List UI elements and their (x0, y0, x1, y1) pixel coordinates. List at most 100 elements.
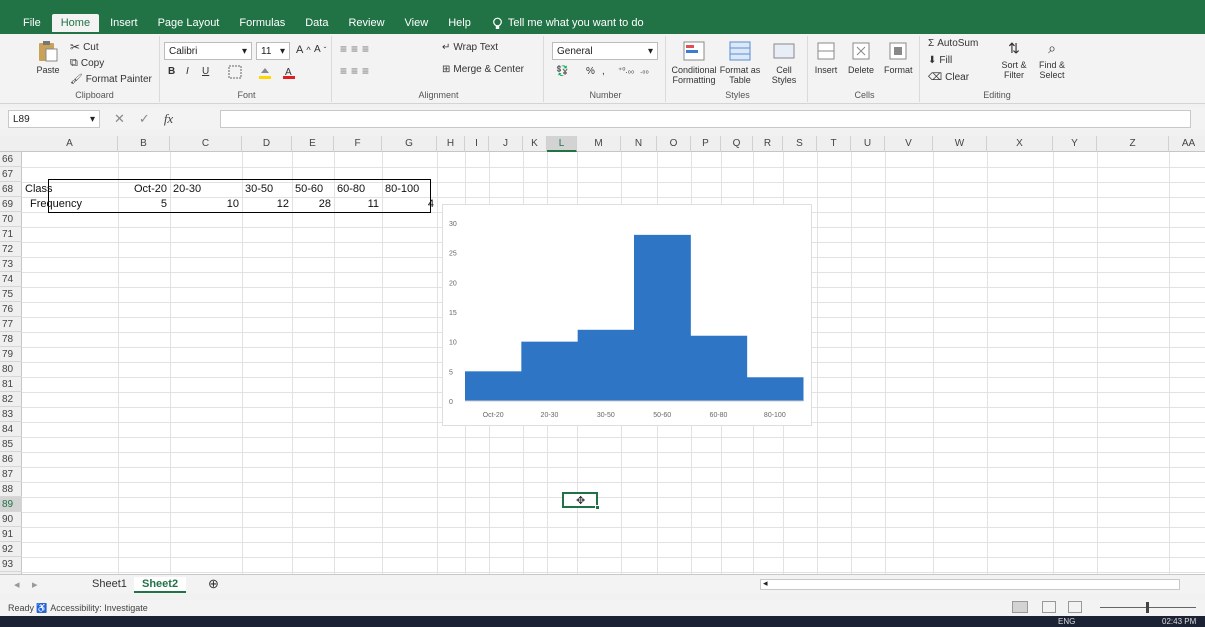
page-layout-view-icon[interactable] (1042, 601, 1056, 613)
worksheet-grid[interactable]: A B C D E F G H I J K L M N O P Q R S T U V W X Y Z AA 66 67 68 69 70 7… (0, 136, 1205, 574)
format-cells-button[interactable]: Format (884, 40, 913, 75)
tell-me-box[interactable]: Tell me what you want to do (492, 17, 644, 30)
cell-frequency-value[interactable]: 4 (382, 196, 437, 211)
fill-handle[interactable] (595, 505, 600, 510)
horizontal-align-buttons[interactable]: ≡≡≡ (340, 64, 373, 78)
column-header-v[interactable]: V (885, 136, 933, 152)
column-header-n[interactable]: N (621, 136, 657, 152)
cell-frequency-value[interactable]: 28 (292, 196, 334, 211)
cell-class-value[interactable]: 50-60 (292, 181, 334, 196)
row-header-89[interactable]: 89 (0, 497, 22, 512)
fill-color-button[interactable] (258, 65, 272, 79)
row-header-70[interactable]: 70 (0, 212, 22, 227)
row-header-68[interactable]: 68 (0, 182, 22, 197)
row-header-88[interactable]: 88 (0, 482, 22, 497)
format-painter-button[interactable]: 🖌 Format Painter (70, 74, 152, 85)
clock[interactable]: 02:43 PM (1162, 616, 1196, 627)
paste-button[interactable]: Paste (36, 40, 60, 75)
row-header-76[interactable]: 76 (0, 302, 22, 317)
font-name-select[interactable]: Calibri ▾ (164, 42, 252, 60)
row-header-78[interactable]: 78 (0, 332, 22, 347)
comma-button[interactable]: , (602, 66, 605, 77)
cell-class-value[interactable]: 30-50 (242, 181, 292, 196)
grow-font-button[interactable]: A ^ (296, 44, 311, 56)
cell-frequency-label[interactable]: Frequency (22, 196, 118, 211)
conditional-formatting-button[interactable]: Conditional Formatting (671, 40, 717, 85)
cell-frequency-value[interactable]: 12 (242, 196, 292, 211)
cell-frequency-value[interactable]: 11 (334, 196, 382, 211)
row-header-66[interactable]: 66 (0, 152, 22, 167)
cell-class-value[interactable]: 20-30 (170, 181, 242, 196)
underline-button[interactable]: U (202, 66, 209, 77)
cell-styles-button[interactable]: Cell Styles (764, 40, 804, 85)
column-header-t[interactable]: T (817, 136, 851, 152)
row-header-67[interactable]: 67 (0, 167, 22, 182)
row-header-73[interactable]: 73 (0, 257, 22, 272)
tab-view[interactable]: View (396, 14, 438, 32)
column-header-x[interactable]: X (987, 136, 1053, 152)
column-header-k[interactable]: K (523, 136, 547, 152)
column-header-w[interactable]: W (933, 136, 987, 152)
column-header-g[interactable]: G (382, 136, 437, 152)
column-header-y[interactable]: Y (1053, 136, 1097, 152)
column-header-b[interactable]: B (118, 136, 170, 152)
cell-class-label[interactable]: Class (22, 181, 118, 196)
autosum-button[interactable]: Σ AutoSum (928, 38, 978, 49)
clear-button[interactable]: ⌫ Clear (928, 72, 969, 83)
column-header-aa[interactable]: AA (1169, 136, 1205, 152)
row-header-84[interactable]: 84 (0, 422, 22, 437)
fill-button[interactable]: ⬇ Fill (928, 55, 952, 66)
row-header-92[interactable]: 92 (0, 542, 22, 557)
zoom-slider[interactable] (1100, 602, 1196, 613)
language-indicator[interactable]: ENG (1058, 616, 1075, 627)
column-header-u[interactable]: U (851, 136, 885, 152)
accessibility-status[interactable]: ♿ Accessibility: Investigate (36, 603, 148, 614)
cell-class-value[interactable]: Oct-20 (118, 181, 170, 196)
insert-cells-button[interactable]: Insert (814, 40, 838, 75)
row-header-80[interactable]: 80 (0, 362, 22, 377)
scroll-left-icon[interactable]: ◂ (763, 578, 768, 589)
column-header-m[interactable]: M (577, 136, 621, 152)
cell-frequency-value[interactable]: 10 (170, 196, 242, 211)
row-header-86[interactable]: 86 (0, 452, 22, 467)
tab-review[interactable]: Review (339, 14, 393, 32)
fx-button[interactable]: fx (164, 111, 173, 127)
row-header-69[interactable]: 69 (0, 197, 22, 212)
cell-class-value[interactable]: 80-100 (382, 181, 437, 196)
tab-file[interactable]: File (14, 14, 50, 32)
cell-frequency-value[interactable]: 5 (118, 196, 170, 211)
row-header-90[interactable]: 90 (0, 512, 22, 527)
column-header-e[interactable]: E (292, 136, 334, 152)
check-icon[interactable]: ✓ (139, 111, 150, 127)
row-header-93[interactable]: 93 (0, 557, 22, 572)
shrink-font-button[interactable]: Aˇ (314, 44, 326, 55)
new-sheet-icon[interactable]: ⊕ (200, 575, 227, 593)
row-header-75[interactable]: 75 (0, 287, 22, 302)
column-header-q[interactable]: Q (721, 136, 753, 152)
cancel-icon[interactable]: ✕ (114, 111, 125, 127)
active-cell[interactable]: ✥ (562, 492, 600, 510)
sheet-scroll-right-icon[interactable]: ▸ (24, 577, 46, 592)
accounting-format-button[interactable]: 💱 (556, 66, 568, 77)
row-header-91[interactable]: 91 (0, 527, 22, 542)
row-header-87[interactable]: 87 (0, 467, 22, 482)
wrap-text-button[interactable]: ↵ Wrap Text (442, 42, 498, 53)
number-format-select[interactable]: General ▾ (552, 42, 658, 60)
column-header-h[interactable]: H (437, 136, 465, 152)
font-color-button[interactable]: A (282, 65, 296, 79)
row-header-79[interactable]: 79 (0, 347, 22, 362)
format-as-table-button[interactable]: Format as Table (718, 40, 762, 85)
font-size-select[interactable]: 11 ▾ (256, 42, 290, 60)
column-header-f[interactable]: F (334, 136, 382, 152)
tab-insert[interactable]: Insert (101, 14, 147, 32)
column-header-j[interactable]: J (489, 136, 523, 152)
formula-input[interactable] (220, 110, 1191, 128)
column-header-d[interactable]: D (242, 136, 292, 152)
tab-page-layout[interactable]: Page Layout (149, 14, 229, 32)
histogram-chart[interactable]: 0 5 10 15 20 25 30 Oct-20 20-30 30-50 50-60 60-80 80… (442, 204, 812, 426)
tab-sheet2[interactable]: Sheet2 (134, 577, 187, 593)
row-header-74[interactable]: 74 (0, 272, 22, 287)
find-select-button[interactable]: ⌕ Find & Select (1034, 40, 1070, 80)
horizontal-scrollbar[interactable]: ◂ (760, 578, 1180, 590)
sort-filter-button[interactable]: ⇅ Sort & Filter (996, 40, 1032, 80)
